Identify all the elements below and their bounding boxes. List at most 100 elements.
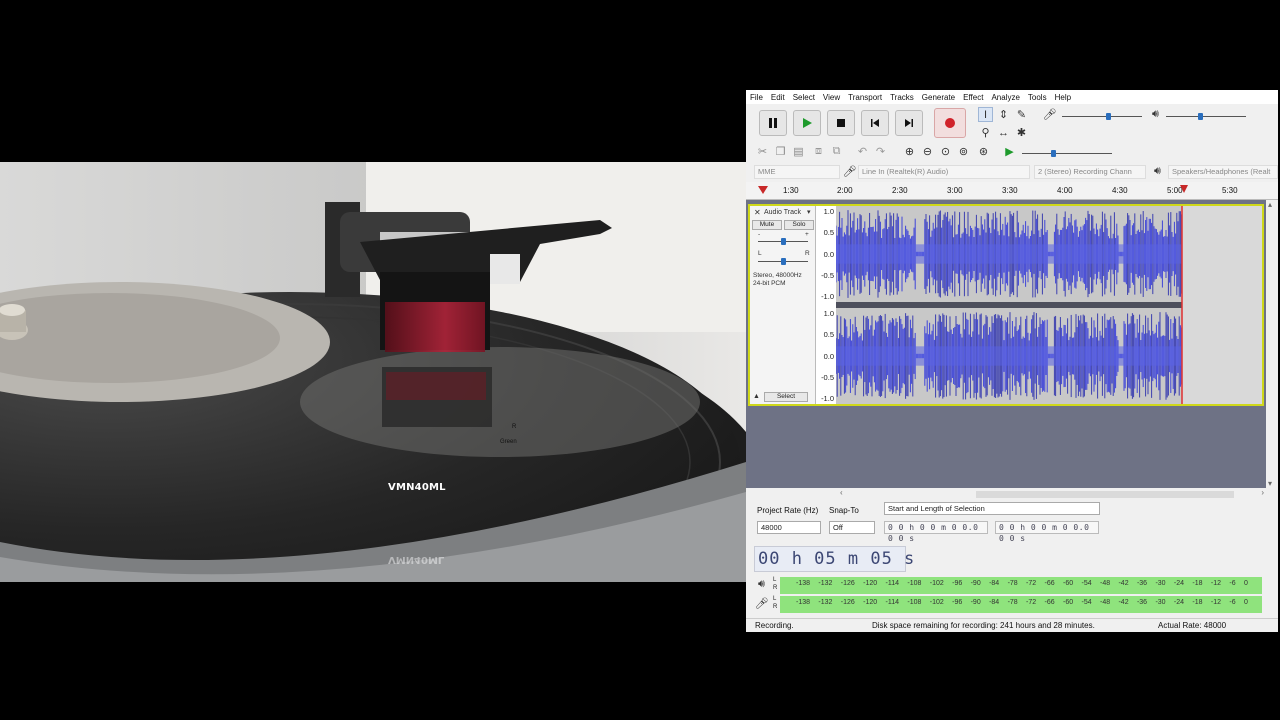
tracks-panel[interactable]: ✕ Audio Track ▾ Mute Solo - + L R Stereo… xyxy=(746,200,1266,488)
menu-tracks[interactable]: Tracks xyxy=(890,93,914,102)
horizontal-scroll-thumb[interactable] xyxy=(976,491,1234,498)
track-menu-dropdown-icon[interactable]: ▾ xyxy=(807,208,811,216)
redo-icon[interactable]: ↷ xyxy=(873,144,888,159)
playback-meter[interactable]: -138 -132 -126 -120 -114 -108 -102 -96 -90 -84 -78… xyxy=(780,577,1262,594)
playback-meter-speaker-icon[interactable]: 🔊︎ xyxy=(754,577,769,592)
playback-volume-slider[interactable] xyxy=(1166,116,1246,117)
menu-help[interactable]: Help xyxy=(1055,93,1071,102)
audio-host-select[interactable]: MME xyxy=(754,165,840,179)
skip-to-end-button[interactable] xyxy=(895,110,923,136)
recording-meter-scale: -138 -132 -126 -120 -114 -108 -102 -96 -90 -84 -78… xyxy=(780,599,1262,606)
recording-meter[interactable]: -138 -132 -126 -120 -114 -108 -102 -96 -90 -84 -78… xyxy=(780,596,1262,613)
fit-selection-icon[interactable]: ⊙ xyxy=(938,144,953,159)
scale-label: 0.0 xyxy=(823,352,834,361)
mute-button[interactable]: Mute xyxy=(752,220,782,230)
silence-icon[interactable]: ⧉ xyxy=(829,144,844,159)
selection-mode-select[interactable]: Start and Length of Selection xyxy=(884,502,1100,515)
track-control-panel: ✕ Audio Track ▾ Mute Solo - + L R Stereo… xyxy=(750,206,816,404)
collapse-track-icon[interactable]: ▲ xyxy=(753,393,760,400)
draw-tool[interactable]: ✎ xyxy=(1014,107,1029,122)
scale-label: 0.0 xyxy=(823,250,834,259)
scroll-right-icon[interactable]: › xyxy=(1261,488,1264,497)
vertical-scrollbar[interactable]: ▴ ▾ xyxy=(1266,200,1278,488)
selection-length-time[interactable]: 0 0 h 0 0 m 0 0.0 0 0 s xyxy=(995,521,1099,543)
menu-transport[interactable]: Transport xyxy=(848,93,882,102)
meter-scale-label: -102 xyxy=(929,599,944,606)
multi-tool[interactable]: ✱ xyxy=(1014,125,1029,140)
solo-button[interactable]: Solo xyxy=(784,220,814,230)
scroll-up-icon[interactable]: ▴ xyxy=(1268,200,1272,209)
gain-min-label: - xyxy=(758,231,761,238)
menu-generate[interactable]: Generate xyxy=(922,93,955,102)
pause-button[interactable] xyxy=(759,110,787,136)
time-shift-tool[interactable]: ↔ xyxy=(996,125,1011,140)
magnifier-icon: ⚲ xyxy=(981,127,990,139)
recording-volume-knob[interactable] xyxy=(1106,113,1111,120)
menu-effect[interactable]: Effect xyxy=(963,93,983,102)
timeline-ruler[interactable]: 1:30 2:00 2:30 3:00 3:30 4:00 4:30 5:00 … xyxy=(746,182,1278,200)
record-button[interactable] xyxy=(934,108,966,138)
pan-left-label: L xyxy=(758,250,762,257)
copy-icon[interactable]: ❐ xyxy=(773,144,788,159)
scale-label: 1.0 xyxy=(823,309,834,318)
paste-icon[interactable]: ▤ xyxy=(791,144,806,159)
scroll-left-icon[interactable]: ‹ xyxy=(840,488,843,497)
headshell-text-r: R xyxy=(512,424,517,430)
playback-device-select[interactable]: Speakers/Headphones (Realt xyxy=(1168,165,1278,179)
recording-meter-mic-icon[interactable]: 🎤︎ xyxy=(754,596,769,611)
project-rate-select[interactable]: 48000 xyxy=(757,521,821,534)
skip-to-start-button[interactable] xyxy=(861,110,889,136)
playback-volume-knob[interactable] xyxy=(1198,113,1203,120)
scroll-down-icon[interactable]: ▾ xyxy=(1268,479,1272,488)
menu-file[interactable]: File xyxy=(750,93,763,102)
fit-project-icon[interactable]: ⊚ xyxy=(956,144,971,159)
track-name-menu[interactable]: Audio Track xyxy=(764,209,801,216)
zoom-out-icon[interactable]: ⊖ xyxy=(920,144,935,159)
menu-select[interactable]: Select xyxy=(793,93,815,102)
pan-knob[interactable] xyxy=(781,258,786,265)
cut-icon[interactable]: ✂ xyxy=(755,144,770,159)
play-at-speed-button[interactable]: ▶ xyxy=(1002,144,1017,159)
meter-scale-label: -126 xyxy=(840,599,855,606)
meter-scale-label: -18 xyxy=(1192,599,1203,606)
menu-analyze[interactable]: Analyze xyxy=(991,93,1019,102)
stop-button[interactable] xyxy=(827,110,855,136)
recording-channels-select[interactable]: 2 (Stereo) Recording Chann xyxy=(1034,165,1146,179)
track-close-icon[interactable]: ✕ xyxy=(754,208,761,217)
skip-start-icon xyxy=(871,119,879,127)
undo-icon[interactable]: ↶ xyxy=(855,144,870,159)
meter-scale-label: -30 xyxy=(1155,580,1166,587)
waveform-area[interactable] xyxy=(835,206,1262,404)
track-select-button[interactable]: Select xyxy=(764,392,808,402)
selection-start-time[interactable]: 0 0 h 0 0 m 0 0.0 0 0 s xyxy=(884,521,988,543)
trim-icon[interactable]: ⧈ xyxy=(811,144,826,159)
meter-scale-label: -24 xyxy=(1173,599,1185,606)
play-speed-slider[interactable] xyxy=(1022,153,1112,154)
meter-scale-label: 0 xyxy=(1243,580,1248,587)
envelope-tool[interactable]: ⇕ xyxy=(996,107,1011,122)
status-disk-space: Disk space remaining for recording: 241 … xyxy=(872,621,1095,630)
meter-channel-r: R xyxy=(773,585,778,591)
snap-to-select[interactable]: Off xyxy=(829,521,875,534)
play-button[interactable] xyxy=(793,110,821,136)
speaker-icon: 🔊︎ xyxy=(1152,108,1159,120)
play-speed-knob[interactable] xyxy=(1051,150,1056,157)
horizontal-scrollbar[interactable]: ‹ › xyxy=(838,488,1266,500)
scale-label: 1.0 xyxy=(823,207,834,216)
audio-track[interactable]: ✕ Audio Track ▾ Mute Solo - + L R Stereo… xyxy=(748,204,1264,406)
zoom-toggle-icon[interactable]: ⊛ xyxy=(976,144,991,159)
menu-view[interactable]: View xyxy=(823,93,840,102)
selection-tool[interactable]: I xyxy=(978,107,993,122)
zoom-tool[interactable]: ⚲ xyxy=(978,125,993,140)
recording-device-select[interactable]: Line In (Realtek(R) Audio) xyxy=(858,165,1030,179)
play-icon xyxy=(803,118,812,128)
turntable-video-frame: VMN40ML VMN40ML R Green xyxy=(0,162,746,582)
ruler-tick: 4:30 xyxy=(1112,186,1128,195)
zoom-in-icon[interactable]: ⊕ xyxy=(902,144,917,159)
menu-tools[interactable]: Tools xyxy=(1028,93,1047,102)
menu-edit[interactable]: Edit xyxy=(771,93,785,102)
amplitude-scale: 1.0 0.5 0.0 -0.5 -1.0 1.0 0.5 0.0 -0.5 -… xyxy=(816,206,836,404)
audio-position-time[interactable]: 00 h 05 m 05 s xyxy=(754,546,914,572)
recording-volume-slider[interactable] xyxy=(1062,116,1142,117)
gain-knob[interactable] xyxy=(781,238,786,245)
